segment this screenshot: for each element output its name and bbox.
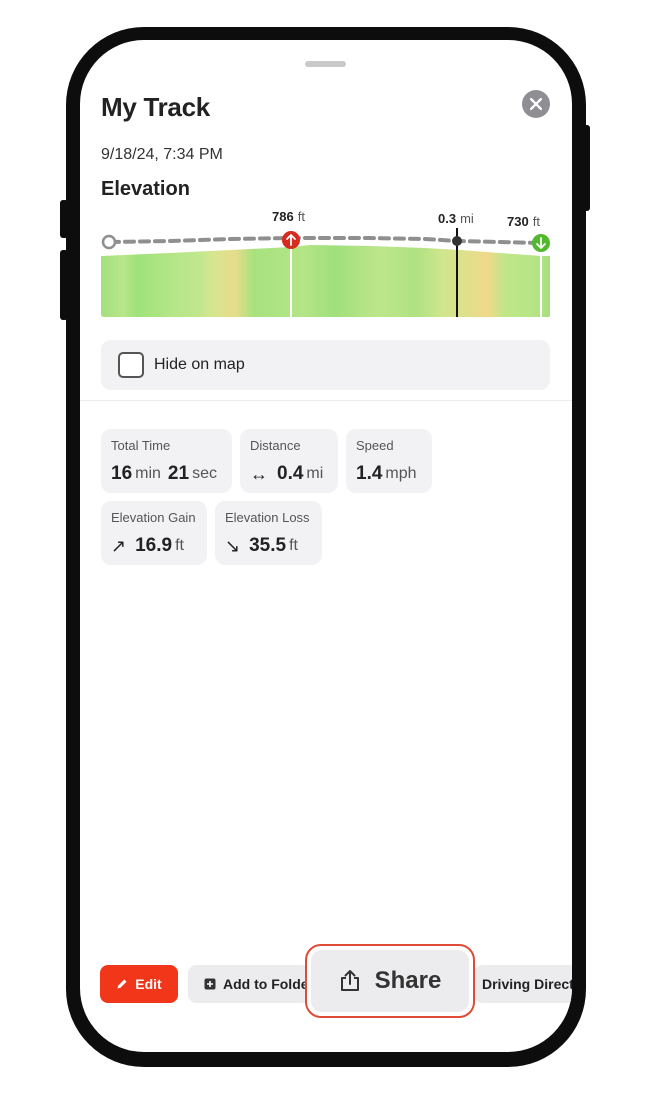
edit-button[interactable]: Edit (100, 965, 178, 1003)
track-dashed-line (108, 236, 543, 245)
sheet-grabber[interactable] (305, 61, 346, 67)
track-date: 9/18/24, 7:34 PM (101, 146, 223, 163)
elevation-profile[interactable] (80, 220, 572, 320)
elevation-heading: Elevation (101, 178, 190, 200)
pencil-icon (117, 979, 127, 989)
distance-value: 0.4 (277, 463, 304, 484)
total-time-sec-unit: sec (192, 465, 217, 482)
divider (80, 400, 572, 401)
stat-value: 1.4 mph (356, 463, 421, 485)
hide-on-map-label: Hide on map (154, 356, 245, 373)
share-button[interactable]: Share (311, 950, 469, 1012)
stat-distance: Distance ↔ 0.4 mi (240, 429, 338, 493)
elevation-loss-value: 35.5 (249, 535, 287, 556)
stat-value: 16 min 21 sec (111, 463, 221, 485)
stat-value: ↔ 0.4 mi (250, 463, 327, 485)
add-to-folder-label: Add to Folder (223, 976, 310, 992)
phone-side-button (582, 125, 590, 211)
stage: My Track 9/18/24, 7:34 PM Elevation 786 f… (0, 0, 650, 1104)
stat-label: Elevation Gain (111, 510, 196, 525)
share-label: Share (374, 967, 442, 994)
speed-value: 1.4 (356, 463, 383, 484)
track-detail-sheet: My Track 9/18/24, 7:34 PM Elevation 786 f… (80, 40, 572, 1052)
speed-unit: mph (385, 465, 417, 482)
close-icon (530, 98, 542, 110)
elevation-fill (101, 245, 550, 317)
edit-button-label: Edit (135, 976, 162, 992)
stat-elevation-loss: Elevation Loss ↘ 35.5 ft (215, 501, 322, 565)
stat-speed: Speed 1.4 mph (346, 429, 432, 493)
close-button[interactable] (522, 90, 550, 118)
stat-label: Total Time (111, 438, 171, 453)
stat-total-time: Total Time 16 min 21 sec (101, 429, 232, 493)
distance-arrow-icon: ↔ (250, 463, 268, 484)
sheet-title: My Track (101, 92, 210, 122)
stat-value: ↗ 16.9 ft (111, 535, 188, 557)
folder-add-icon (204, 978, 216, 990)
start-marker (101, 234, 117, 250)
stat-label: Elevation Loss (225, 510, 310, 525)
driving-directions-button[interactable]: Driving Directions (474, 965, 572, 1003)
gain-arrow-icon: ↗ (111, 535, 127, 556)
total-time-min-unit: min (135, 465, 161, 482)
hide-on-map-checkbox[interactable] (118, 352, 144, 378)
distance-unit: mi (306, 465, 324, 482)
add-to-folder-button[interactable]: Add to Folder (188, 965, 310, 1003)
stat-label: Speed (356, 438, 394, 453)
stat-elevation-gain: Elevation Gain ↗ 16.9 ft (101, 501, 207, 565)
hide-on-map-row[interactable]: Hide on map (101, 340, 550, 390)
cursor-marker (452, 236, 462, 246)
total-time-seconds: 21 (167, 463, 190, 484)
driving-directions-label: Driving Directions (482, 976, 572, 992)
elevation-gain-value: 16.9 (135, 535, 173, 556)
elevation-loss-unit: ft (289, 537, 298, 554)
high-point-marker (282, 231, 300, 249)
end-marker (532, 234, 550, 252)
loss-arrow-icon: ↘ (225, 535, 241, 556)
stat-label: Distance (250, 438, 301, 453)
phone-side-button (60, 200, 68, 238)
elevation-gain-unit: ft (175, 537, 184, 554)
stat-value: ↘ 35.5 ft (225, 535, 302, 557)
share-icon (340, 970, 359, 991)
share-button-highlight: Share (305, 944, 475, 1018)
total-time-minutes: 16 (111, 463, 133, 484)
phone-side-button (60, 250, 68, 320)
